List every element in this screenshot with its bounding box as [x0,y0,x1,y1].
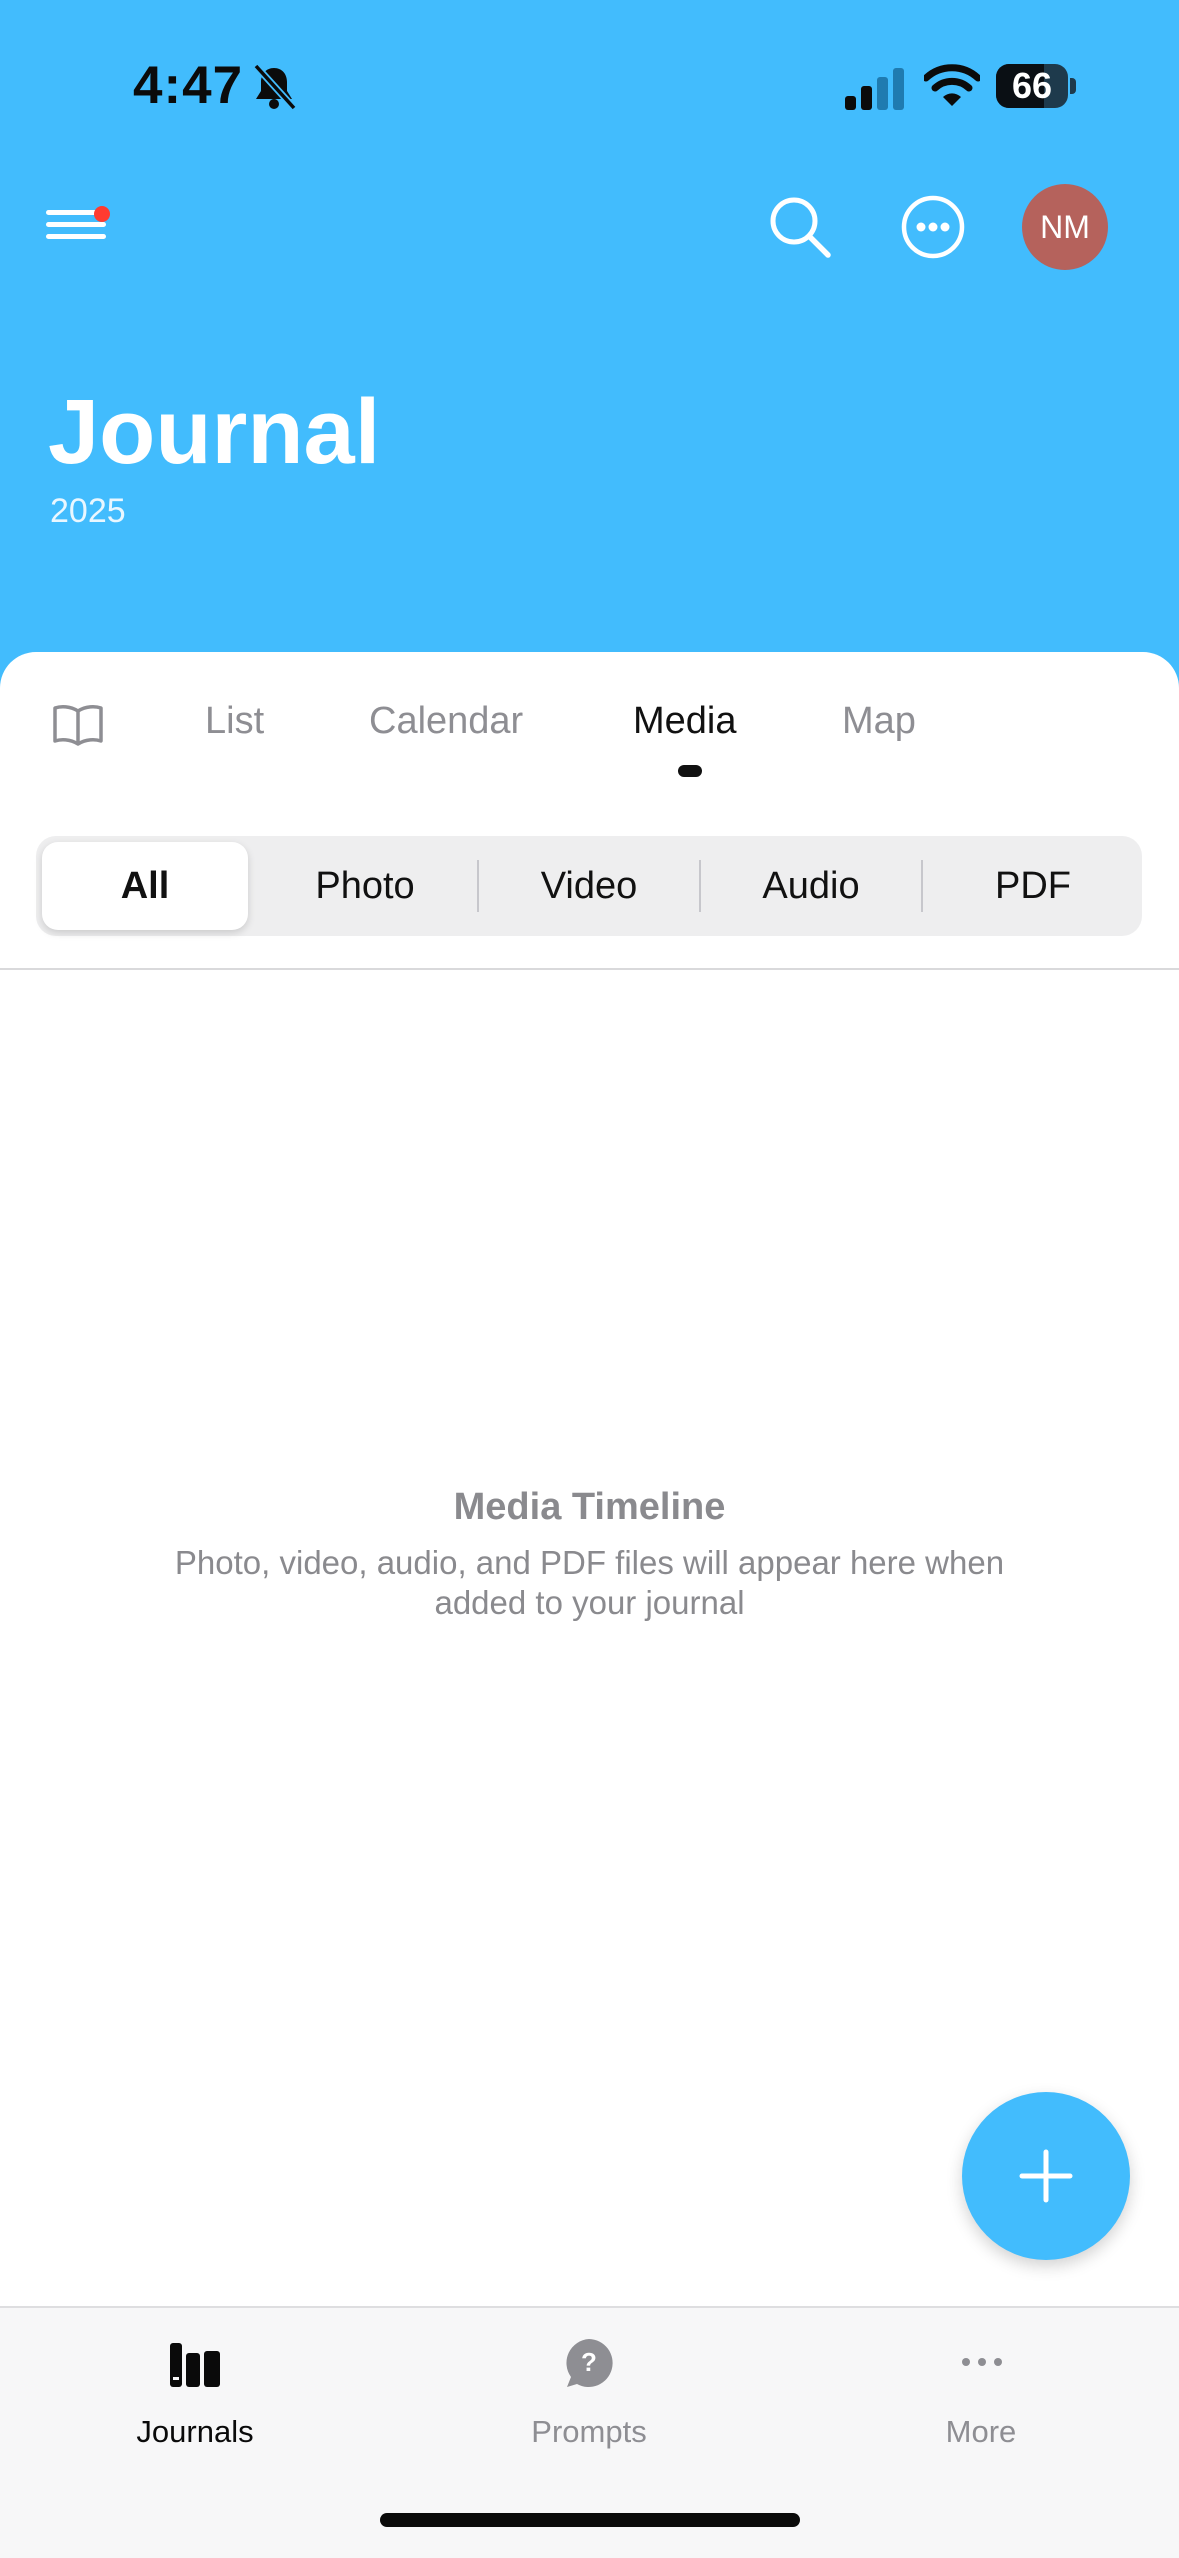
tab-calendar[interactable]: Calendar [369,700,523,743]
journals-icon[interactable] [168,2339,222,2389]
media-filter-segmented-control: All Photo Video Audio PDF [36,836,1142,936]
search-icon[interactable] [768,195,832,259]
tab-map[interactable]: Map [842,700,916,743]
segment-photo[interactable]: Photo [262,836,468,936]
notification-dot [94,206,110,222]
more-options-icon[interactable] [900,194,966,260]
battery-percent: 66 [1011,65,1053,106]
book-icon[interactable] [52,703,104,747]
segment-all[interactable]: All [42,836,248,936]
page-title: Journal [48,381,381,483]
prompts-icon[interactable]: ? [563,2337,615,2389]
active-tab-indicator [678,765,702,777]
content-divider [0,968,1179,970]
battery-indicator: 66 [996,64,1076,108]
svg-text:?: ? [581,2347,597,2377]
segment-video[interactable]: Video [486,836,692,936]
more-dots-icon[interactable] [960,2356,1004,2368]
cellular-signal-icon [845,68,904,110]
segment-divider [699,860,701,912]
plus-icon [1019,2149,1073,2203]
tab-list[interactable]: List [205,700,264,743]
segment-divider [921,860,923,912]
bell-slash-icon [253,63,297,111]
avatar[interactable]: NM [1022,184,1108,270]
empty-state-title: Media Timeline [453,1486,726,1528]
add-entry-button[interactable] [962,2092,1130,2260]
tab-more-label[interactable]: More [861,2414,1101,2450]
tab-prompts-label[interactable]: Prompts [469,2414,709,2450]
segment-pdf[interactable]: PDF [930,836,1136,936]
segment-divider [477,860,479,912]
tab-journals-label[interactable]: Journals [75,2414,315,2450]
empty-state-description: Photo, video, audio, and PDF files will … [174,1544,1005,1621]
segment-audio[interactable]: Audio [708,836,914,936]
tab-media[interactable]: Media [633,700,737,743]
page-subtitle: 2025 [50,492,126,530]
home-indicator [380,2513,800,2527]
status-time: 4:47 [133,56,244,115]
wifi-icon [924,64,980,106]
